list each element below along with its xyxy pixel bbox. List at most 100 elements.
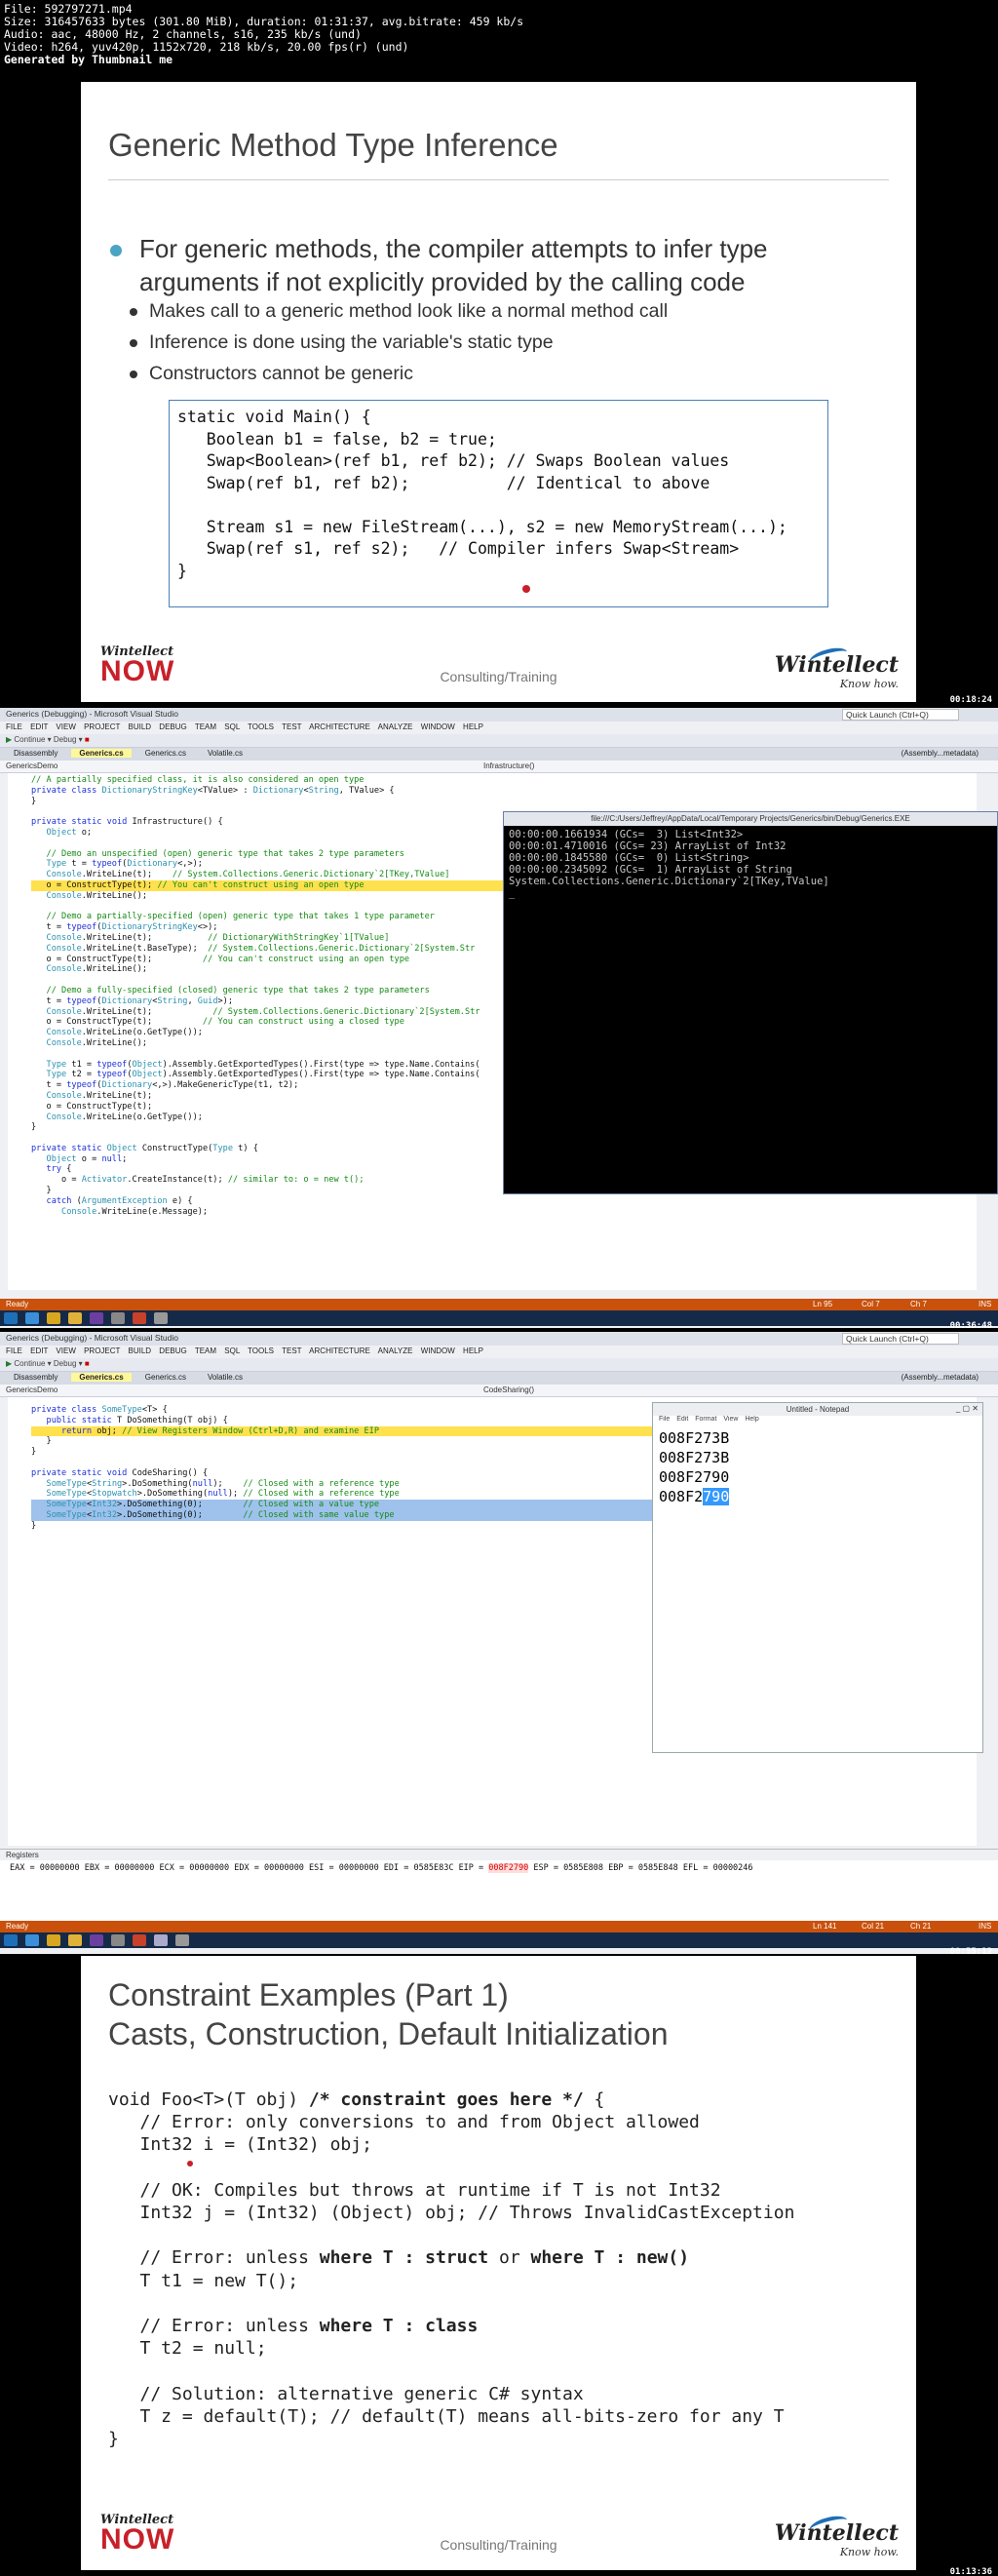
vs-title-bar: Generics (Debugging) - Microsoft Visual … [0, 1332, 998, 1346]
ie-icon[interactable] [25, 1934, 39, 1946]
ie-icon[interactable] [25, 1312, 39, 1324]
window-controls-icon[interactable]: _ ▢ ✕ [956, 1404, 979, 1413]
vs-toolbar[interactable]: ▶ Continue ▾ Debug ▾ ■ [0, 734, 998, 748]
console-line: 00:00:01.4710016 (GCs= 23) ArrayList of … [509, 840, 787, 852]
notepad-line: 008F2790 [659, 1487, 977, 1506]
registers-window: Registers EAX = 00000000 EBX = 00000000 … [0, 1849, 998, 1921]
vs-icon[interactable] [90, 1934, 103, 1946]
tab-disassembly[interactable]: Disassembly [6, 749, 65, 758]
play-icon[interactable]: ▶ [6, 1359, 12, 1368]
play-icon[interactable]: ▶ [6, 735, 12, 744]
chrome-icon[interactable] [47, 1934, 60, 1946]
code-line: catch (ArgumentException e) { [46, 1195, 193, 1206]
status-ch: Ch 7 [910, 1300, 927, 1308]
tab-generics[interactable]: Generics.cs [137, 749, 194, 758]
nav-member-dropdown[interactable]: CodeSharing() [483, 1386, 534, 1394]
registers-text-rest: ESP = 0585E808 EBP = 0585E848 EFL = 0000… [533, 1863, 753, 1873]
status-ins: INS [979, 1922, 992, 1931]
slide-constraint-examples: Constraint Examples (Part 1) Casts, Cons… [81, 1956, 916, 2570]
slide-title-2: Casts, Construction, Default Initializat… [108, 2016, 669, 2051]
console-line: System.Collections.Generic.Dictionary`2[… [509, 876, 829, 887]
vs-tab-strip: Disassembly Generics.cs Generics.cs Volatil… [0, 748, 998, 761]
stop-icon[interactable]: ■ [85, 1359, 90, 1368]
registers-values: EAX = 00000000 EBX = 00000000 ECX = 0000… [0, 1860, 998, 1876]
start-icon[interactable] [4, 1312, 18, 1324]
code-line: static void Main() { [177, 408, 371, 426]
slide-title: Generic Method Type Inference [108, 127, 558, 163]
chrome-icon[interactable] [47, 1312, 60, 1324]
console-line: 00:00:00.1845580 (GCs= 0) List<String> [509, 852, 749, 864]
code-emphasis: where T : new() [530, 2247, 690, 2269]
status-ch: Ch 21 [910, 1922, 932, 1931]
powerpoint-icon[interactable] [133, 1934, 146, 1946]
explorer-icon[interactable] [68, 1934, 82, 1946]
continue-button[interactable]: Continue ▾ Debug ▾ [14, 735, 82, 744]
laser-pointer-dot [522, 585, 530, 593]
app-icon[interactable] [175, 1934, 189, 1946]
code-line: } [31, 796, 37, 806]
console-window[interactable]: file:///C:/Users/Jeffrey/AppData/Local/T… [503, 811, 998, 1194]
vs-icon[interactable] [90, 1312, 103, 1324]
vs-nav-bar: GenericsDemo Infrastructure() [0, 761, 998, 773]
assembly-tab[interactable]: (Assembly...metadata) [894, 1373, 986, 1382]
right-logo-text: Wintellect [774, 2520, 899, 2546]
tab-generics-active[interactable]: Generics.cs [71, 1373, 132, 1382]
visual-studio-window: Generics (Debugging) - Microsoft Visual … [0, 708, 998, 1328]
vs-nav-bar: GenericsDemo CodeSharing() [0, 1385, 998, 1397]
notepad-icon[interactable] [154, 1934, 168, 1946]
quick-launch-input[interactable]: Quick Launch (Ctrl+Q) [842, 1333, 959, 1345]
notepad-line: 008F273B [659, 1449, 730, 1466]
registers-title: Registers [0, 1850, 998, 1860]
tab-volatile[interactable]: Volatile.cs [200, 1373, 250, 1382]
code-line: // OK: Compiles but throws at runtime if… [108, 2179, 721, 2201]
stop-icon[interactable]: ■ [85, 735, 90, 744]
status-text: Ready [6, 1922, 29, 1931]
tab-generics[interactable]: Generics.cs [137, 1373, 194, 1382]
continue-button[interactable]: Continue ▾ Debug ▾ [14, 1359, 82, 1368]
tab-generics-active[interactable]: Generics.cs [71, 749, 132, 758]
tab-disassembly[interactable]: Disassembly [6, 1373, 65, 1382]
nav-member-dropdown[interactable]: Infrastructure() [483, 761, 534, 770]
notepad-selection: 790 [703, 1488, 730, 1505]
nav-class-dropdown[interactable]: GenericsDemo [6, 1386, 483, 1394]
powerpoint-icon[interactable] [133, 1312, 146, 1324]
vs-title: Generics (Debugging) - Microsoft Visual … [6, 709, 179, 719]
code-line: Int32 i = (Int32) obj; [108, 2134, 372, 2156]
vs-menu-bar[interactable]: FILE EDIT VIEW PROJECT BUILD DEBUG TEAM … [0, 722, 998, 734]
status-col: Col 7 [862, 1300, 880, 1308]
notepad-text[interactable]: 008F273B 008F273B 008F2790 008F2790 [653, 1426, 982, 1508]
app-icon[interactable] [111, 1312, 125, 1324]
timestamp-3: 00:55:12 [949, 1947, 992, 1956]
explorer-icon[interactable] [68, 1312, 82, 1324]
vs-toolbar[interactable]: ▶ Continue ▾ Debug ▾ ■ [0, 1358, 998, 1372]
vs-menu-bar[interactable]: FILE EDIT VIEW PROJECT BUILD DEBUG TEAM … [0, 1346, 998, 1358]
code-line: void Foo<T>(T obj) /* constraint goes he… [108, 2089, 605, 2110]
nav-class-dropdown[interactable]: GenericsDemo [6, 761, 483, 770]
wintellect-logo: Wintellect Know how. [775, 2520, 899, 2558]
code-emphasis: /* constraint goes here */ [308, 2089, 584, 2110]
generator-line: Generated by Thumbnail me [4, 52, 173, 66]
code-line: // Error: unless where T : struct or whe… [108, 2247, 690, 2269]
code-line: T t1 = new T(); [108, 2270, 299, 2291]
code-line: // Solution: alternative generic C# synt… [108, 2383, 584, 2404]
tab-volatile[interactable]: Volatile.cs [200, 749, 250, 758]
timestamp-2: 00:36:48 [949, 1321, 992, 1330]
notepad-menu[interactable]: File Edit Format View Help [653, 1416, 982, 1426]
quick-launch-input[interactable]: Quick Launch (Ctrl+Q) [842, 709, 959, 721]
assembly-tab[interactable]: (Assembly...metadata) [894, 749, 986, 758]
code-line: // Error: only conversions to and from O… [108, 2112, 700, 2133]
sub-bullet-3: Constructors cannot be generic [130, 363, 413, 384]
sub-bullet-1: Makes call to a generic method look like… [129, 300, 669, 322]
app-icon[interactable] [154, 1312, 168, 1324]
start-icon[interactable] [4, 1934, 18, 1946]
app-icon[interactable] [111, 1934, 125, 1946]
status-line: Ln 95 [813, 1300, 833, 1308]
windows-taskbar [0, 1932, 998, 1948]
notepad-window[interactable]: Untitled - Notepad _ ▢ ✕ File Edit Format… [652, 1402, 983, 1753]
code-line: Swap(ref s1, ref s2); // Compiler infers… [177, 539, 740, 558]
status-col: Col 21 [862, 1922, 885, 1931]
registers-text: EAX = 00000000 EBX = 00000000 ECX = 0000… [10, 1863, 484, 1873]
eip-value: 008F2790 [488, 1863, 529, 1873]
